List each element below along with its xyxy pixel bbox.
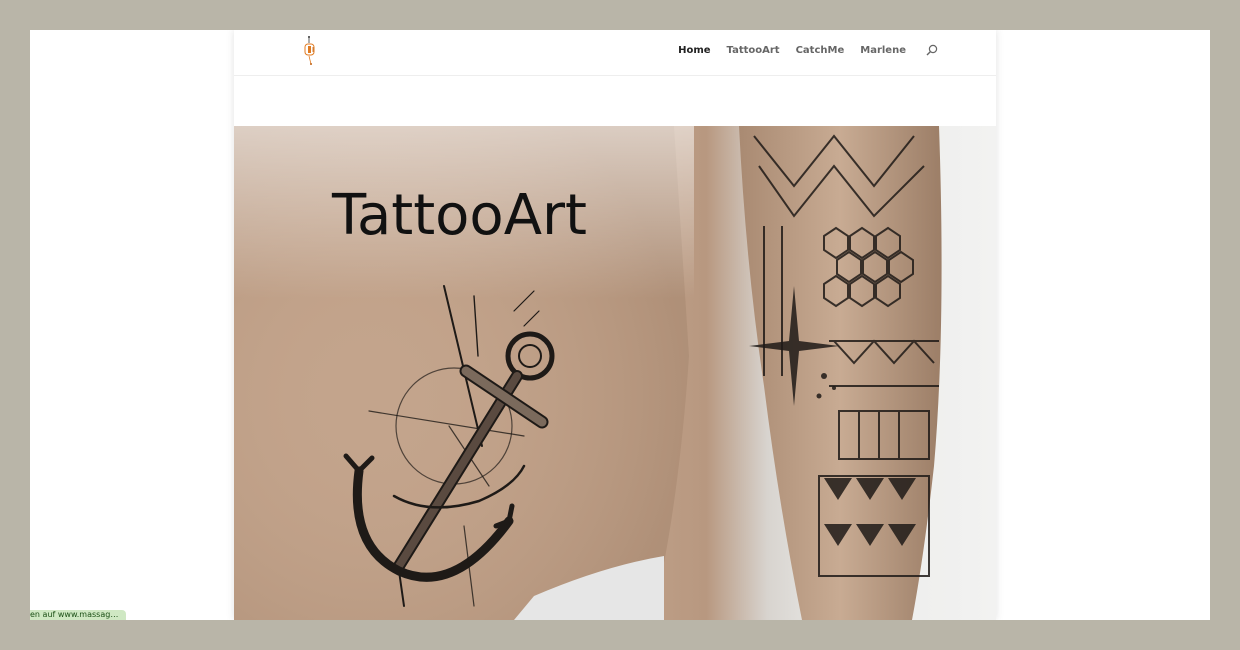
nav-item-tattooart[interactable]: TattooArt [727, 45, 780, 56]
hero-title: TattooArt [332, 183, 587, 248]
site-header: Home TattooArt CatchMe Marlene [234, 30, 996, 76]
nav-item-home[interactable]: Home [678, 45, 710, 56]
browser-viewport: Home TattooArt CatchMe Marlene TattooArt… [30, 30, 1210, 620]
hero-banner: TattooArt [234, 126, 996, 620]
nav-item-marlene[interactable]: Marlene [860, 45, 906, 56]
site-logo[interactable] [302, 34, 322, 66]
search-icon[interactable] [926, 44, 938, 56]
site-container: Home TattooArt CatchMe Marlene TattooArt [234, 30, 996, 620]
nav-item-catchme[interactable]: CatchMe [796, 45, 845, 56]
status-bar-link-preview: en auf www.massageim... [30, 610, 126, 620]
main-nav: Home TattooArt CatchMe Marlene [678, 30, 938, 70]
